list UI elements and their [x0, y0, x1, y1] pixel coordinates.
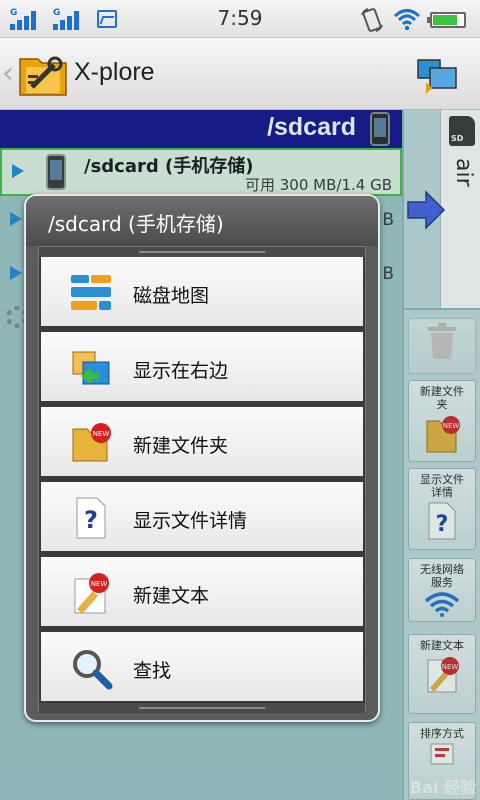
- svg-text:?: ?: [84, 506, 98, 534]
- title-bar: ‹ X-plore: [0, 38, 480, 110]
- menu-item-disk-map[interactable]: 磁盘地图: [41, 257, 363, 329]
- dialog-title-bar: /sdcard (手机存储): [26, 196, 378, 246]
- wifi-icon: [393, 9, 421, 31]
- dialog-title: /sdcard (手机存储): [48, 212, 224, 236]
- app-title: X-plore: [74, 58, 155, 86]
- context-menu-dialog: /sdcard (手机存储) 磁盘地图 显示在右边 NEW 新建文件夹 ? 显示…: [24, 194, 380, 722]
- status-bar: G G 7:59: [0, 0, 480, 38]
- switch-pane-icon[interactable]: [416, 56, 460, 94]
- screen-rotation-icon: [361, 8, 383, 32]
- new-text-icon: NEW: [74, 573, 109, 614]
- battery-icon: [427, 12, 466, 28]
- menu-item-label: 显示在右边: [133, 360, 229, 382]
- search-icon: [73, 650, 113, 690]
- file-details-icon: ?: [76, 497, 106, 539]
- back-chevron-icon[interactable]: ‹: [2, 56, 14, 91]
- battery-level: [433, 15, 457, 25]
- signal-strength-2-icon: G: [53, 8, 83, 30]
- svg-text:NEW: NEW: [93, 430, 110, 438]
- menu-item-show-right[interactable]: 显示在右边: [41, 332, 363, 404]
- list-bottom-cap: [39, 703, 365, 713]
- menu-item-new-text[interactable]: NEW 新建文本: [41, 557, 363, 629]
- menu-item-label: 新建文件夹: [133, 435, 229, 457]
- menu-item-label: 磁盘地图: [133, 285, 210, 307]
- show-right-icon: [72, 351, 110, 385]
- menu-item-new-folder[interactable]: NEW 新建文件夹: [41, 407, 363, 479]
- new-folder-icon: NEW: [72, 423, 111, 462]
- svg-text:NEW: NEW: [91, 580, 108, 588]
- app-logo-icon[interactable]: [18, 49, 68, 99]
- menu-item-file-details[interactable]: ? 显示文件详情: [41, 482, 363, 554]
- menu-item-search[interactable]: 查找: [41, 632, 363, 704]
- signal-strength-icon: G: [10, 8, 40, 30]
- clock: 7:59: [217, 6, 263, 30]
- menu-item-label: 显示文件详情: [133, 510, 248, 532]
- disk-map-icon: [71, 275, 111, 310]
- menu-list: 磁盘地图 显示在右边 NEW 新建文件夹 ? 显示文件详情 NEW 新建文本 查…: [38, 246, 366, 713]
- list-top-cap: [39, 247, 365, 257]
- menu-item-label: 新建文本: [133, 585, 210, 607]
- picture-notification-icon: [97, 10, 117, 28]
- menu-item-label: 查找: [133, 660, 172, 682]
